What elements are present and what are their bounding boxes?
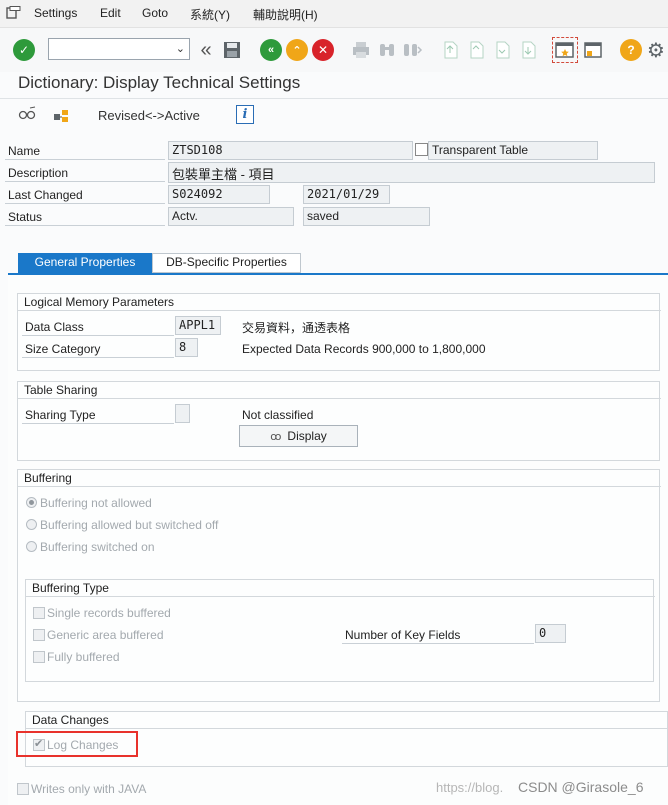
generic-area-checkbox[interactable] bbox=[33, 629, 45, 641]
last-changed-date-field[interactable]: 2021/01/29 bbox=[303, 185, 390, 204]
sharing-type-line bbox=[22, 423, 174, 424]
sharing-type-label: Sharing Type bbox=[25, 408, 96, 422]
table-sharing-separator bbox=[18, 398, 661, 399]
buffering-switched-off-label: Buffering allowed but switched off bbox=[40, 518, 219, 532]
table-sharing-title: Table Sharing bbox=[24, 383, 98, 397]
buffering-not-allowed-label: Buffering not allowed bbox=[40, 496, 152, 510]
data-changes-title: Data Changes bbox=[32, 713, 109, 727]
menu-settings[interactable]: Settings bbox=[34, 6, 77, 20]
watermark-url: https://blog. bbox=[436, 780, 504, 795]
menu-help[interactable]: 輔助說明(H) bbox=[253, 6, 318, 23]
last-page-icon[interactable] bbox=[517, 39, 539, 61]
menu-window-icon[interactable] bbox=[6, 6, 22, 20]
enter-check-icon[interactable]: ✓ bbox=[13, 39, 35, 61]
back-icon[interactable]: « bbox=[260, 39, 282, 61]
revised-active-button[interactable]: Revised<->Active bbox=[98, 108, 200, 123]
logical-memory-separator bbox=[18, 310, 661, 311]
buffering-title: Buffering bbox=[24, 471, 72, 485]
size-category-label: Size Category bbox=[25, 342, 101, 356]
data-class-line bbox=[22, 335, 174, 336]
menu-goto[interactable]: Goto bbox=[142, 6, 168, 20]
name-label: Name bbox=[8, 144, 41, 158]
status-field[interactable]: Actv. bbox=[168, 207, 294, 226]
size-category-field[interactable]: 8 bbox=[175, 338, 198, 357]
find-next-icon[interactable] bbox=[401, 39, 423, 61]
help-icon[interactable]: ? bbox=[620, 39, 642, 61]
buffering-switched-off-radio[interactable] bbox=[26, 519, 37, 530]
system-toolbar: ✓ ⌄ « « ⌃ ✕ ? ⚙ bbox=[0, 28, 668, 72]
object-hierarchy-icon[interactable] bbox=[52, 106, 72, 124]
print-icon[interactable] bbox=[350, 39, 372, 61]
tab-db-specific-properties[interactable]: DB-Specific Properties bbox=[152, 253, 301, 273]
table-type-field: Transparent Table bbox=[428, 141, 598, 160]
title-divider bbox=[0, 98, 668, 99]
status-label: Status bbox=[8, 210, 43, 224]
display-change-icon[interactable] bbox=[18, 106, 38, 124]
fully-buffered-label: Fully buffered bbox=[47, 650, 120, 664]
menu-bar: Settings Edit Goto 系統(Y) 輔助說明(H) bbox=[0, 0, 668, 28]
buffering-type-title: Buffering Type bbox=[32, 581, 109, 595]
buffering-type-separator bbox=[26, 596, 655, 597]
buffering-not-allowed-radio[interactable] bbox=[26, 497, 37, 508]
logical-memory-title: Logical Memory Parameters bbox=[24, 295, 175, 309]
next-page-icon[interactable] bbox=[491, 39, 513, 61]
csdn-watermark: CSDN @Girasole_6 bbox=[518, 779, 644, 795]
last-changed-label: Last Changed bbox=[8, 188, 83, 202]
find-icon[interactable] bbox=[376, 39, 398, 61]
name-field[interactable]: ZTSD108 bbox=[168, 141, 413, 160]
last-changed-label-line bbox=[5, 203, 165, 204]
size-category-line bbox=[22, 357, 174, 358]
key-fields-line bbox=[342, 643, 534, 644]
sharing-type-field[interactable] bbox=[175, 404, 190, 423]
data-class-description: 交易資料，通透表格 bbox=[242, 321, 351, 335]
name-label-line bbox=[5, 159, 165, 160]
single-records-checkbox[interactable] bbox=[33, 607, 45, 619]
data-class-field[interactable]: APPL1 bbox=[175, 316, 221, 335]
sharing-type-description: Not classified bbox=[242, 408, 314, 422]
cancel-icon[interactable]: ✕ bbox=[312, 39, 334, 61]
menu-edit[interactable]: Edit bbox=[100, 6, 121, 20]
menu-system[interactable]: 系統(Y) bbox=[190, 6, 230, 23]
glasses-icon: ꝏ bbox=[270, 430, 282, 443]
status-saved-field[interactable]: saved bbox=[303, 207, 430, 226]
shortcut-icon[interactable] bbox=[582, 39, 604, 61]
writes-java-label: Writes only with JAVA bbox=[31, 782, 147, 796]
generic-area-label: Generic area buffered bbox=[47, 628, 164, 642]
first-page-icon[interactable] bbox=[439, 39, 461, 61]
key-fields-field[interactable]: 0 bbox=[535, 624, 566, 643]
previous-page-icon[interactable] bbox=[465, 39, 487, 61]
description-label-line bbox=[5, 181, 165, 182]
exit-icon[interactable]: ⌃ bbox=[286, 39, 308, 61]
page-title: Dictionary: Display Technical Settings bbox=[18, 73, 301, 92]
command-field[interactable]: ⌄ bbox=[48, 38, 190, 60]
last-changed-user-field[interactable]: S024092 bbox=[168, 185, 270, 204]
status-label-line bbox=[5, 225, 165, 226]
buffering-switched-on-label: Buffering switched on bbox=[40, 540, 155, 554]
display-button[interactable]: ꝏ Display bbox=[239, 425, 358, 447]
size-category-description: Expected Data Records 900,000 to 1,800,0… bbox=[242, 342, 486, 356]
key-fields-label: Number of Key Fields bbox=[345, 628, 461, 642]
description-label: Description bbox=[8, 166, 69, 180]
info-icon[interactable]: i bbox=[236, 105, 254, 124]
writes-java-checkbox[interactable] bbox=[17, 783, 29, 795]
table-sharing-group: Table Sharing bbox=[17, 381, 661, 461]
fully-buffered-checkbox[interactable] bbox=[33, 651, 45, 663]
data-changes-separator bbox=[26, 728, 668, 729]
display-button-label: Display bbox=[287, 429, 327, 443]
data-class-label: Data Class bbox=[25, 320, 84, 334]
chevron-down-icon[interactable]: ⌄ bbox=[176, 42, 185, 55]
copy-icon[interactable] bbox=[415, 143, 428, 156]
create-session-icon[interactable] bbox=[552, 37, 578, 63]
buffering-separator bbox=[18, 486, 661, 487]
buffering-switched-on-radio[interactable] bbox=[26, 541, 37, 552]
tab-general-properties[interactable]: General Properties bbox=[18, 253, 152, 273]
single-records-label: Single records buffered bbox=[47, 606, 171, 620]
save-icon[interactable] bbox=[221, 39, 243, 61]
description-field[interactable]: 包裝單主檔 - 項目 bbox=[168, 162, 655, 183]
settings-gear-icon[interactable]: ⚙ bbox=[645, 39, 667, 62]
log-changes-highlight bbox=[16, 731, 138, 757]
double-chevron-left-icon[interactable]: « bbox=[195, 39, 217, 61]
